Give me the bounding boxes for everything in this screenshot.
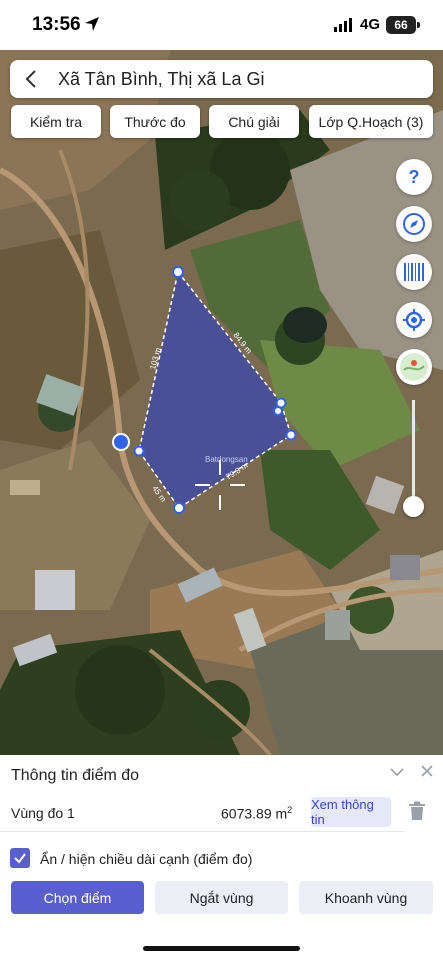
vertex-point[interactable] [133,445,145,457]
chip-measure[interactable]: Thước đo [110,105,200,138]
chevron-left-icon[interactable] [22,69,42,89]
map-layer-button[interactable] [396,349,432,385]
chevron-down-icon[interactable] [389,764,405,780]
satellite-map[interactable]: 84.9 m 103 m 79.8 m 45 m Batdongsan [0,50,443,755]
vertex-point[interactable] [273,406,283,416]
vertex-point[interactable] [172,266,184,278]
area-value-text: 6073.89 m [221,805,288,822]
region-area: 6073.89 m2 [221,805,292,822]
trash-icon[interactable] [408,801,426,821]
signal-icon [334,18,352,32]
panel-title: Thông tin điểm đo [11,767,140,784]
map-watermark: Batdongsan [205,455,248,464]
area-unit-sup: 2 [287,805,293,815]
battery-icon: 66 [386,16,416,34]
compass-button[interactable] [396,206,432,242]
map-imagery: 84.9 m 103 m 79.8 m 45 m Batdongsan [0,50,443,755]
divider [0,831,405,832]
chip-legend[interactable]: Chú giải [209,105,299,138]
svg-text:?: ? [409,167,420,187]
enclose-region-button[interactable]: Khoanh vùng [299,881,433,914]
view-info-button[interactable]: Xem thông tin [311,797,391,827]
select-point-button[interactable]: Chọn điểm [11,881,144,914]
layer-opacity-knob[interactable] [403,496,424,517]
status-bar: 13:56 4G 66 [0,0,443,50]
my-location-icon [403,309,425,331]
location-title: Xã Tân Bình, Thị xã La Gi [58,69,265,89]
battery-nub [417,22,420,28]
layer-opacity-track[interactable] [412,400,415,508]
show-edge-length-checkbox[interactable] [10,848,30,868]
chip-check[interactable]: Kiểm tra [11,105,101,138]
help-button[interactable]: ? [396,159,432,195]
my-location-button[interactable] [396,302,432,338]
location-header[interactable]: Xã Tân Bình, Thị xã La Gi [10,60,433,98]
home-indicator [143,946,300,951]
status-time: 13:56 [32,14,81,35]
region-name: Vùng đo 1 [11,805,75,821]
compass-icon [403,213,425,235]
barcode-button[interactable] [396,254,432,290]
help-icon: ? [409,167,420,187]
vertex-point[interactable] [173,502,185,514]
map-layer-icon [400,353,428,381]
current-location-dot [112,433,130,451]
vertex-point[interactable] [285,429,297,441]
check-icon [14,853,26,864]
show-edge-length-label: Ẩn / hiện chiều dài cạnh (điểm đo) [40,851,253,867]
close-icon[interactable] [420,764,434,778]
barcode-icon [404,263,424,281]
chip-planning-layer[interactable]: Lớp Q.Hoạch (3) [309,105,433,138]
network-type: 4G [360,16,381,33]
measurement-panel: Thông tin điểm đo Vùng đo 1 6073.89 m2 X… [0,755,443,960]
location-arrow-icon [85,17,99,31]
break-region-button[interactable]: Ngắt vùng [155,881,288,914]
